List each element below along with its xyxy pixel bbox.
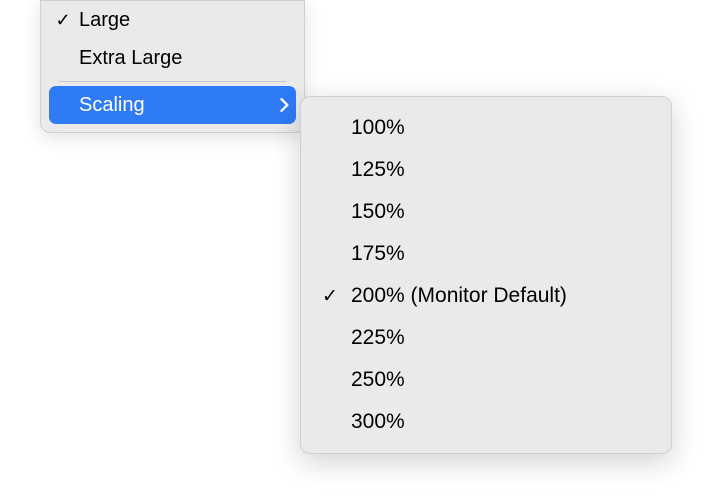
menu-item-scaling[interactable]: Scaling: [49, 86, 296, 124]
chevron-right-icon: [272, 98, 290, 112]
scaling-option-175[interactable]: 175%: [301, 233, 671, 275]
menu-item-label: Extra Large: [75, 47, 290, 70]
scaling-option-label: 175%: [345, 242, 655, 266]
scaling-option-label: 150%: [345, 200, 655, 224]
menu-item-label: Scaling: [75, 94, 272, 117]
scaling-option-200[interactable]: ✓ 200% (Monitor Default): [301, 275, 671, 317]
scaling-option-label: 100%: [345, 116, 655, 140]
scaling-option-125[interactable]: 125%: [301, 149, 671, 191]
scaling-option-label: 200% (Monitor Default): [345, 284, 655, 308]
scaling-option-225[interactable]: 225%: [301, 317, 671, 359]
scaling-option-label: 225%: [345, 326, 655, 350]
menu-item-label: Large: [75, 9, 290, 32]
scaling-option-250[interactable]: 250%: [301, 359, 671, 401]
check-icon: ✓: [51, 10, 75, 31]
scaling-submenu: 100% 125% 150% 175% ✓ 200% (Monitor Defa…: [300, 96, 672, 454]
menu-item-extra-large[interactable]: Extra Large: [41, 39, 304, 77]
check-icon: ✓: [315, 285, 345, 308]
menu-item-large[interactable]: ✓ Large: [41, 1, 304, 39]
scaling-option-150[interactable]: 150%: [301, 191, 671, 233]
scaling-option-300[interactable]: 300%: [301, 401, 671, 443]
scaling-option-label: 250%: [345, 368, 655, 392]
scaling-option-100[interactable]: 100%: [301, 107, 671, 149]
menu-divider: [59, 81, 286, 82]
scaling-option-label: 125%: [345, 158, 655, 182]
size-menu: ✓ Large Extra Large Scaling: [40, 0, 305, 133]
scaling-option-label: 300%: [345, 410, 655, 434]
